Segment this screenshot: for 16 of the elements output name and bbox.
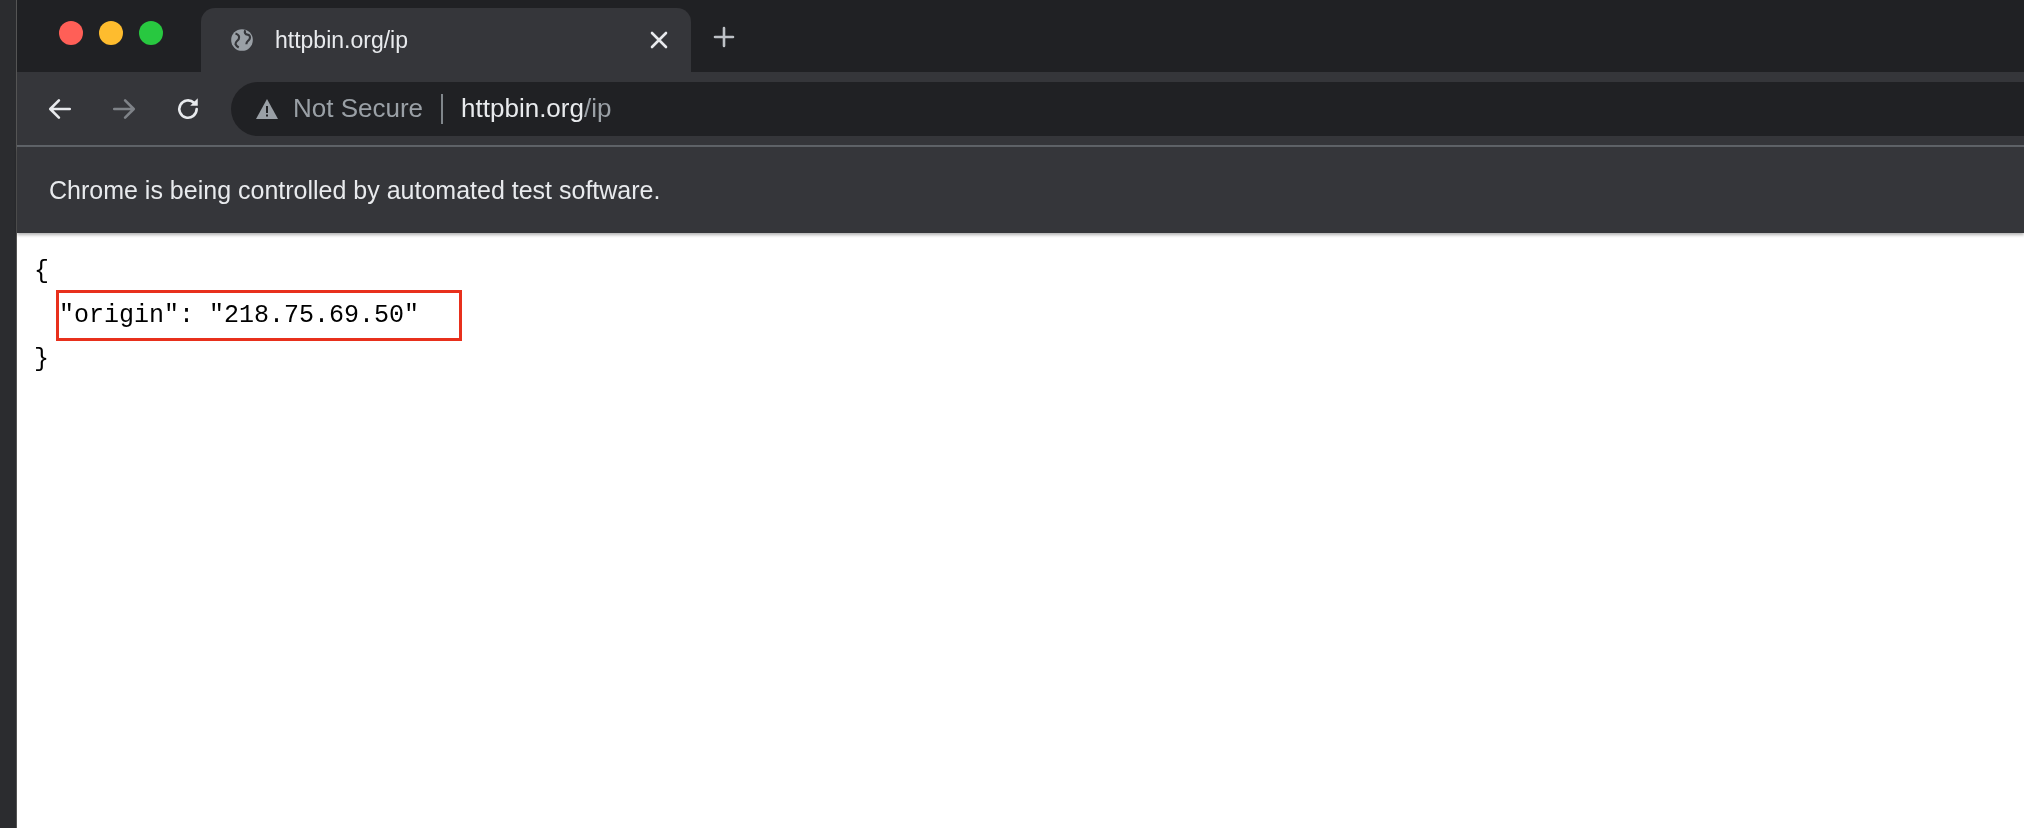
json-line: { [34, 257, 49, 286]
maximize-window-button[interactable] [139, 21, 163, 45]
globe-icon [229, 27, 255, 53]
browser-tab[interactable]: httpbin.org/ip [201, 8, 691, 72]
close-window-button[interactable] [59, 21, 83, 45]
new-tab-icon[interactable] [713, 26, 735, 48]
reload-icon[interactable] [175, 95, 201, 122]
address-bar[interactable]: Not Secure httpbin.org/ip [231, 81, 2024, 136]
json-line: "origin": "218.75.69.50" [59, 301, 420, 330]
info-message: Chrome is being controlled by automated test software. [49, 175, 661, 205]
url-text: httpbin.org/ip [461, 93, 612, 124]
security-label[interactable]: Not Secure [293, 93, 424, 124]
minimize-window-button[interactable] [99, 21, 123, 45]
close-tab-icon[interactable] [649, 30, 669, 50]
json-line: } [34, 345, 49, 374]
warning-icon [255, 97, 279, 120]
